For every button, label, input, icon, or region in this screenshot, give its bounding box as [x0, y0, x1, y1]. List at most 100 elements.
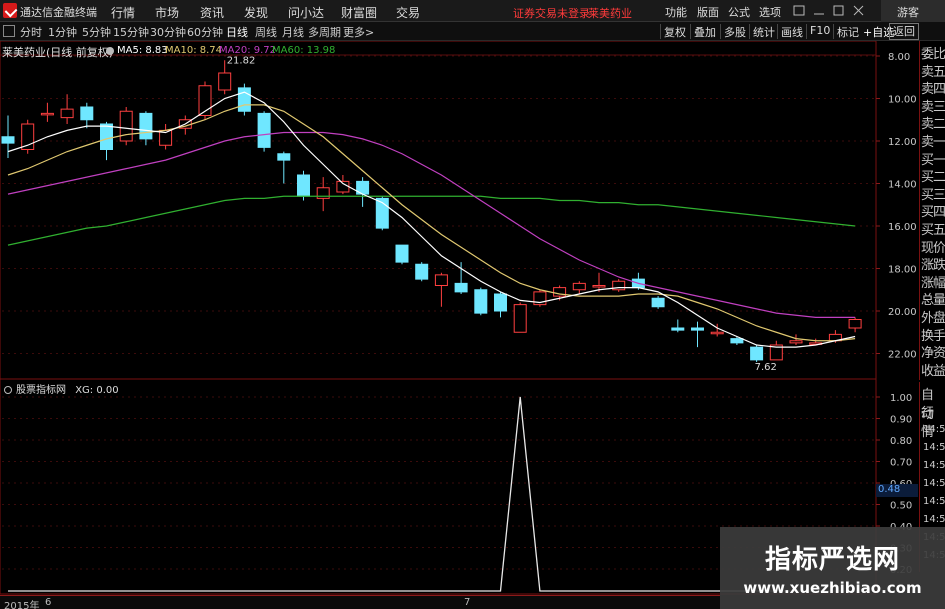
period-5min[interactable]: 5分钟	[82, 24, 111, 40]
ind-tick-label: 0.70	[890, 458, 912, 469]
quote-side-panel: 委比 卖五 卖四 卖三 卖二 卖一 买一 买二 买三 买四 买五 现价 涨跌 涨幅 总量 外盘 换手 净资 收益	[919, 41, 945, 380]
candle	[848, 317, 862, 333]
legend-ma10: MA10: 8.74	[165, 45, 223, 56]
tool-multi-stock[interactable]: 多股	[720, 24, 746, 39]
period-30min[interactable]: 30分钟	[150, 24, 186, 40]
side-label: 现价	[921, 240, 945, 256]
side-label: 外盘	[921, 311, 945, 326]
date-month-7: 7	[464, 597, 471, 608]
price-tick-label: 8.00	[888, 52, 910, 63]
candle	[474, 287, 488, 316]
candle	[336, 175, 350, 195]
candle	[513, 302, 527, 333]
legend-ma60: MA60: 13.98	[272, 45, 336, 56]
period-weekly[interactable]: 周线	[255, 24, 277, 40]
menu-bar: 通达信金融终端 行情 市场 资讯 发现 问小达 财富圈 交易 证券交易未登录 莱…	[0, 0, 945, 22]
candle-body	[513, 304, 527, 333]
price-tick-label: 16.00	[888, 222, 917, 233]
side-label: 买二	[921, 170, 945, 186]
candle-body	[848, 319, 862, 329]
menu-wealth[interactable]: 财富圈	[341, 4, 377, 21]
menu-options[interactable]: 选项	[759, 4, 781, 20]
time-label: 14:50	[923, 496, 945, 507]
period-15min[interactable]: 15分钟	[113, 24, 149, 40]
candle	[415, 262, 429, 282]
candle-body	[277, 153, 291, 161]
price-tick-label: 10.00	[888, 95, 917, 106]
period-daily[interactable]: 日线	[226, 24, 248, 40]
window-buttons-icon[interactable]	[792, 4, 872, 18]
candle-body	[40, 112, 54, 116]
ind-tick-label: 0.90	[890, 415, 912, 426]
candle	[434, 272, 448, 307]
side-label: 买一	[921, 152, 945, 168]
candle-body	[592, 285, 606, 288]
app-title: 通达信金融终端	[20, 6, 97, 19]
side-label: 净资	[921, 346, 945, 362]
legend-toggle-icon[interactable]	[106, 47, 114, 55]
return-button[interactable]: 返回	[889, 23, 919, 40]
time-label: 14:50	[923, 460, 945, 471]
tool-stats[interactable]: 统计	[749, 24, 775, 39]
price-tick-label: 14.00	[888, 180, 917, 191]
stock-label: 莱美药业(日线 前复权)	[2, 46, 114, 59]
side-label: 卖二	[921, 117, 945, 133]
candle-body	[710, 331, 724, 335]
watermark-url: www.xuezhibiao.com	[743, 579, 922, 597]
side-label: 总量	[921, 293, 945, 309]
candle	[671, 319, 685, 333]
tool-draw[interactable]: 画线	[777, 24, 803, 39]
period-intraday[interactable]: 分时	[20, 24, 42, 40]
menu-layout[interactable]: 版面	[697, 4, 719, 20]
candle	[237, 83, 251, 116]
candle-body	[218, 72, 232, 91]
guest-button[interactable]: 游客	[881, 0, 945, 22]
period-monthly[interactable]: 月线	[282, 24, 304, 40]
indicator-title: 股票指标网	[16, 385, 66, 396]
candle-body	[691, 327, 704, 331]
candle-body	[297, 174, 310, 197]
candle	[100, 121, 113, 161]
tool-adjust[interactable]: 复权	[660, 24, 686, 39]
menu-trade[interactable]: 交易	[396, 4, 420, 21]
watermark: 指标严选网 www.xuezhibiao.com	[720, 527, 945, 609]
menu-market[interactable]: 市场	[155, 4, 179, 21]
candle	[257, 111, 271, 152]
candle	[119, 107, 133, 146]
side-label: 买三	[921, 187, 945, 203]
tool-overlay[interactable]: 叠加	[690, 24, 716, 39]
tool-f10[interactable]: F10	[806, 24, 830, 39]
period-1min[interactable]: 1分钟	[48, 24, 77, 40]
side-label: 换手	[921, 328, 945, 344]
login-alert[interactable]: 证券交易未登录	[513, 5, 590, 21]
panel-toggle-icon[interactable]	[3, 25, 15, 37]
price-chart[interactable]: 22.00 20.00 18.00 16.00 14.00 12.00 10.00 8.00 2…	[0, 41, 919, 380]
menu-formula[interactable]: 公式	[728, 4, 750, 20]
candle	[454, 262, 468, 294]
period-more[interactable]: 更多>	[343, 24, 374, 40]
candle	[316, 177, 330, 212]
candle-body	[415, 263, 429, 280]
indicator-settings-icon[interactable]	[4, 386, 12, 394]
legend-ma5: MA5: 8.83	[117, 45, 168, 56]
time-label: 14:50	[923, 442, 945, 453]
period-multi[interactable]: 多周期	[308, 24, 341, 40]
side-label: 卖一	[921, 135, 945, 150]
tool-mark[interactable]: 标记	[833, 24, 859, 39]
candle	[21, 119, 35, 154]
menu-discover[interactable]: 发现	[244, 4, 268, 21]
price-tick-label: 12.00	[888, 137, 917, 148]
period-60min[interactable]: 60分钟	[187, 24, 223, 40]
menu-ask[interactable]: 问小达	[288, 4, 324, 21]
candle-body	[730, 338, 744, 344]
menu-function[interactable]: 功能	[665, 4, 687, 20]
candle-body	[434, 274, 448, 286]
side-label: 卖四	[921, 82, 945, 98]
candle	[159, 124, 173, 150]
indicator-cursor-value: 0.48	[876, 484, 918, 497]
time-label: 14:50	[923, 424, 945, 435]
low-label: 7.62	[755, 362, 777, 373]
menu-quotes[interactable]: 行情	[111, 4, 135, 21]
date-axis: 2015年 6 7	[0, 595, 720, 609]
menu-news[interactable]: 资讯	[200, 4, 224, 21]
